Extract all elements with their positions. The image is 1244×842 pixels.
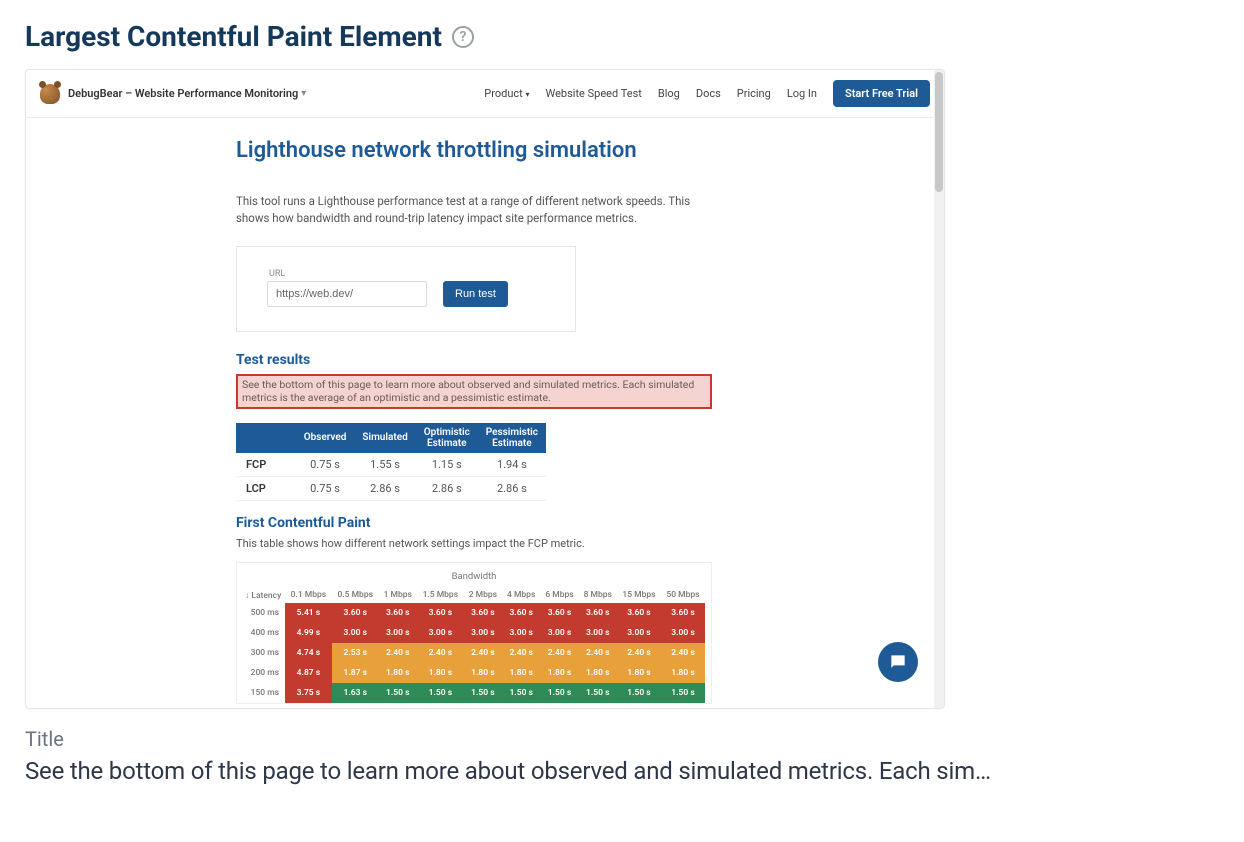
scrollbar-thumb[interactable] (935, 72, 943, 192)
test-results-heading: Test results (236, 352, 944, 368)
table-row: LCP0.75 s2.86 s2.86 s2.86 s (236, 476, 546, 500)
caption-text: See the bottom of this page to learn mor… (25, 757, 1000, 785)
nav-pricing[interactable]: Pricing (737, 87, 771, 100)
bandwidth-label: Bandwidth (243, 571, 705, 582)
nav-links: Product ▾ Website Speed Test Blog Docs P… (484, 80, 930, 107)
dropdown-caret-icon[interactable]: ▾ (301, 88, 306, 99)
brand-text[interactable]: DebugBear – Website Performance Monitori… (68, 87, 298, 100)
heatmap-row: 500 ms5.41 s3.60 s3.60 s3.60 s3.60 s3.60… (243, 603, 705, 623)
metrics-table: Observed Simulated Optimistic Estimate P… (236, 423, 546, 501)
col-pessimistic: Pessimistic Estimate (478, 423, 546, 453)
url-input[interactable] (267, 281, 427, 307)
nav-speedtest[interactable]: Website Speed Test (546, 87, 642, 100)
section-title: Largest Contentful Paint Element ? (25, 20, 1219, 53)
heatmap-row: 400 ms4.99 s3.00 s3.00 s3.00 s3.00 s3.00… (243, 623, 705, 643)
col-simulated: Simulated (354, 423, 415, 453)
col-observed: Observed (296, 423, 355, 453)
table-row: FCP0.75 s1.55 s1.15 s1.94 s (236, 453, 546, 477)
fcp-heatmap: Bandwidth ↓ Latency0.1 Mbps0.5 Mbps1 Mbp… (236, 562, 712, 704)
nav-blog[interactable]: Blog (658, 87, 680, 100)
col-optimistic: Optimistic Estimate (416, 423, 478, 453)
start-trial-button[interactable]: Start Free Trial (833, 80, 930, 107)
page-heading: Lighthouse network throttling simulation (236, 138, 944, 163)
inner-body: Lighthouse network throttling simulation… (26, 118, 944, 704)
nav-login[interactable]: Log In (787, 87, 817, 100)
lcp-screenshot: DebugBear – Website Performance Monitori… (25, 69, 945, 709)
help-icon[interactable]: ? (452, 26, 474, 48)
inner-navbar: DebugBear – Website Performance Monitori… (26, 70, 944, 118)
heatmap-row: 300 ms4.74 s2.53 s2.40 s2.40 s2.40 s2.40… (243, 643, 705, 663)
fcp-intro: This table shows how different network s… (236, 537, 944, 550)
caption-label: Title (25, 727, 1219, 751)
nav-product[interactable]: Product ▾ (484, 87, 529, 100)
heatmap-row: 200 ms4.87 s1.87 s1.80 s1.80 s1.80 s1.80… (243, 663, 705, 683)
url-card: URL Run test (236, 246, 576, 332)
nav-docs[interactable]: Docs (696, 87, 721, 100)
run-test-button[interactable]: Run test (443, 281, 508, 307)
section-title-text: Largest Contentful Paint Element (25, 20, 442, 53)
debugbear-logo-icon[interactable] (40, 84, 60, 104)
heatmap-row: 150 ms3.75 s1.63 s1.50 s1.50 s1.50 s1.50… (243, 683, 705, 703)
scrollbar-track[interactable] (934, 70, 944, 708)
chevron-down-icon: ▾ (525, 90, 529, 99)
fcp-heading: First Contentful Paint (236, 515, 944, 531)
intro-text: This tool runs a Lighthouse performance … (236, 193, 706, 228)
chat-widget-icon[interactable] (878, 642, 918, 682)
url-label: URL (269, 269, 545, 279)
lcp-highlighted-element: See the bottom of this page to learn mor… (236, 374, 712, 409)
